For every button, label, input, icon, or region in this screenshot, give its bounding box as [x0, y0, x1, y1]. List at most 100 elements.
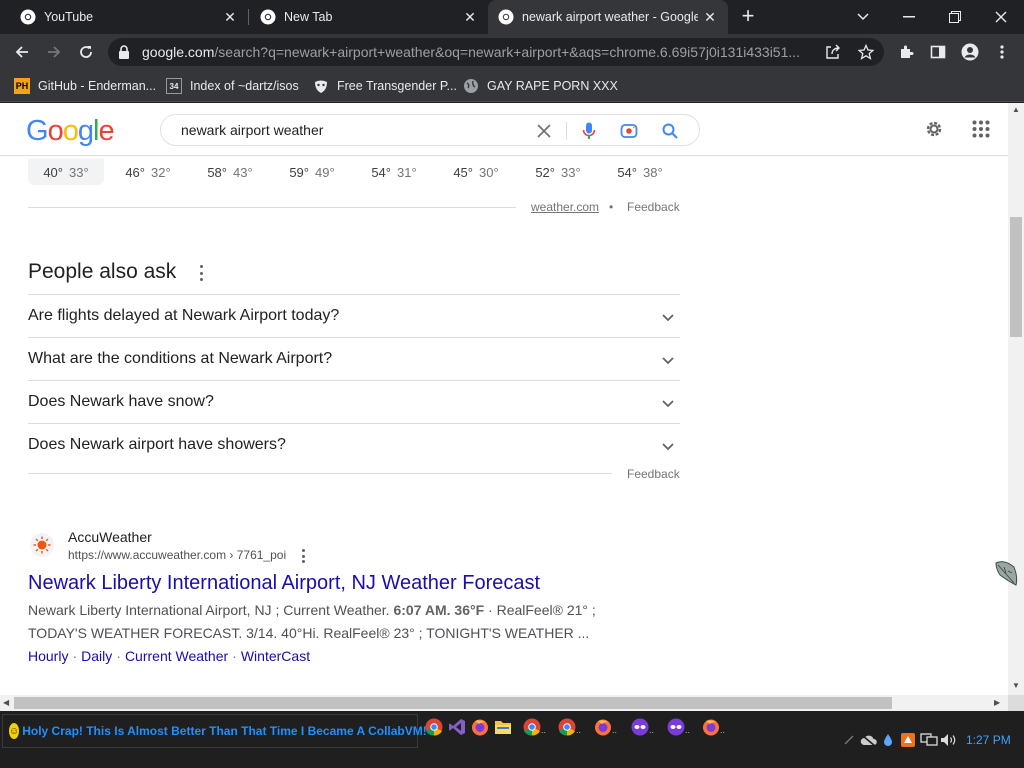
forecast-day[interactable]: 46° 32°: [110, 159, 186, 185]
chevron-down-icon: [662, 314, 674, 322]
forward-button[interactable]: [42, 40, 66, 64]
vertical-scroll-thumb[interactable]: [1010, 217, 1022, 337]
taskbar-chrome-window-icon[interactable]: ..: [522, 717, 546, 737]
microphone-icon[interactable]: [579, 121, 599, 141]
reload-button[interactable]: [74, 40, 98, 64]
bookmark-star-icon[interactable]: [857, 43, 875, 61]
forecast-day[interactable]: 45° 30°: [438, 159, 514, 185]
scroll-up-arrow-icon[interactable]: ▲: [1012, 105, 1020, 114]
volume-icon[interactable]: [940, 731, 958, 749]
search-icon[interactable]: [660, 121, 680, 141]
horizontal-scrollbar[interactable]: ◀ ▶: [0, 695, 1008, 711]
paa-question[interactable]: Does Newark airport have showers?: [28, 423, 680, 466]
tab-strip: YouTube ✕ New Tab ✕ newark airport weath…: [0, 0, 1024, 34]
chrome-menu-icon[interactable]: [990, 40, 1014, 64]
bookmark-free-transgender[interactable]: Free Transgender P...: [313, 76, 457, 96]
close-tab-icon[interactable]: ✕: [702, 9, 718, 25]
forecast-day[interactable]: 52° 33°: [520, 159, 596, 185]
forecast-low: 30°: [479, 164, 499, 180]
feedback-link[interactable]: Feedback: [627, 200, 680, 214]
sitelink-hourly[interactable]: Hourly: [28, 648, 68, 664]
search-input[interactable]: newark airport weather: [181, 122, 323, 138]
taskbar-firefox-window-icon[interactable]: ..: [593, 717, 617, 737]
share-icon[interactable]: [824, 43, 842, 61]
back-button[interactable]: [10, 40, 34, 64]
sitelink-current-weather[interactable]: Current Weather: [125, 648, 228, 664]
tab-youtube[interactable]: YouTube ✕: [0, 0, 248, 34]
paa-question-text: Does Newark have snow?: [28, 393, 214, 410]
tray-overflow-icon[interactable]: [842, 731, 856, 749]
vertical-scrollbar[interactable]: ▲ ▼: [1008, 103, 1024, 695]
taskbar-firefox-icon[interactable]: [470, 717, 490, 737]
new-tab-button[interactable]: +: [738, 5, 758, 27]
forecast-day[interactable]: 54° 38°: [602, 159, 678, 185]
feedback-link[interactable]: Feedback: [627, 467, 680, 481]
34-icon: 34: [166, 78, 182, 94]
google-logo[interactable]: Google: [26, 115, 115, 148]
sitelink-daily[interactable]: Daily: [81, 648, 112, 664]
google-lens-icon[interactable]: [619, 121, 639, 141]
scroll-right-arrow-icon[interactable]: ▶: [994, 698, 1000, 707]
profile-avatar-icon[interactable]: [958, 40, 982, 64]
onedrive-icon[interactable]: [860, 731, 878, 749]
close-tab-icon[interactable]: ✕: [462, 9, 478, 25]
result-url[interactable]: https://www.accuweather.com › 7761_poi: [68, 548, 286, 562]
close-window-button[interactable]: [978, 0, 1024, 34]
page-viewport: Google newark airport weather 40° 33° 46…: [0, 103, 1008, 695]
scroll-left-arrow-icon[interactable]: ◀: [3, 698, 9, 707]
address-bar[interactable]: google.com/search?q=newark+airport+weath…: [108, 38, 884, 66]
forecast-day[interactable]: 59° 49°: [274, 159, 350, 185]
extensions-icon[interactable]: [894, 40, 918, 64]
forecast-high: 52°: [535, 164, 555, 180]
bookmark-isos[interactable]: 34 Index of ~dartz/isos: [166, 76, 299, 96]
bookmark-label: GAY RAPE PORN XXX: [487, 79, 618, 93]
more-options-icon[interactable]: [194, 265, 208, 281]
bookmarks-bar: PH GitHub - Enderman... 34 Index of ~dar…: [0, 70, 1024, 102]
tab-search-icon[interactable]: [840, 0, 886, 34]
taskbar-chrome-window-icon[interactable]: ..: [557, 717, 581, 737]
bookmark-github[interactable]: PH GitHub - Enderman...: [14, 76, 156, 96]
scroll-down-arrow-icon[interactable]: ▼: [1012, 681, 1020, 690]
taskbar-clock[interactable]: 1:27 PM: [966, 733, 1011, 747]
paa-question[interactable]: Are flights delayed at Newark Airport to…: [28, 294, 680, 337]
tab-google-search[interactable]: newark airport weather - Google ✕: [488, 0, 728, 34]
taskbar-visual-studio-icon[interactable]: [447, 717, 467, 737]
divider: [28, 207, 516, 208]
settings-gear-icon[interactable]: [922, 117, 946, 141]
taskbar-firefox-window-icon[interactable]: ..: [701, 717, 725, 737]
globe-icon: [463, 78, 479, 94]
restore-button[interactable]: [932, 0, 978, 34]
paa-question[interactable]: Does Newark have snow?: [28, 380, 680, 423]
search-box[interactable]: newark airport weather: [160, 114, 700, 146]
google-apps-icon[interactable]: [969, 117, 993, 141]
bookmark-globe[interactable]: GAY RAPE PORN XXX: [463, 76, 618, 96]
taskbar-chrome-icon[interactable]: [424, 717, 444, 737]
paa-question[interactable]: What are the conditions at Newark Airpor…: [28, 337, 680, 380]
minimize-button[interactable]: [886, 0, 932, 34]
sitelink-wintercast[interactable]: WinterCast: [241, 648, 310, 664]
droplet-icon[interactable]: [881, 731, 895, 749]
network-icon[interactable]: [920, 731, 938, 749]
forecast-day[interactable]: 40° 33°: [28, 159, 104, 185]
side-panel-icon[interactable]: [926, 40, 950, 64]
taskbar-dots: ..: [612, 725, 618, 735]
start-button[interactable]: ☺ Holy Crap! This Is Almost Better Than …: [2, 714, 427, 748]
result-more-options-icon[interactable]: [296, 549, 310, 563]
forecast-low: 49°: [315, 164, 335, 180]
app-tray-icon[interactable]: [900, 731, 916, 749]
horizontal-scroll-thumb[interactable]: [14, 697, 892, 709]
taskbar-private-browser-icon[interactable]: ..: [630, 717, 654, 737]
forecast-day[interactable]: 54° 31°: [356, 159, 432, 185]
clear-search-icon[interactable]: [534, 121, 554, 141]
weather-source-link[interactable]: weather.com: [531, 200, 599, 214]
forecast-day[interactable]: 58° 43°: [192, 159, 268, 185]
tab-new-tab[interactable]: New Tab ✕: [240, 0, 488, 34]
taskbar-file-explorer-icon[interactable]: [493, 717, 513, 737]
forecast-low: 32°: [151, 164, 171, 180]
result-title-link[interactable]: Newark Liberty International Airport, NJ…: [28, 572, 540, 595]
taskbar-private-browser-icon[interactable]: ..: [666, 717, 690, 737]
close-tab-icon[interactable]: ✕: [222, 9, 238, 25]
result-site-name[interactable]: AccuWeather: [68, 529, 152, 545]
weather-forecast-row: 40° 33° 46° 32° 58° 43° 59° 49° 54° 31° 45° 30…: [28, 159, 688, 185]
lock-icon[interactable]: [118, 45, 130, 64]
